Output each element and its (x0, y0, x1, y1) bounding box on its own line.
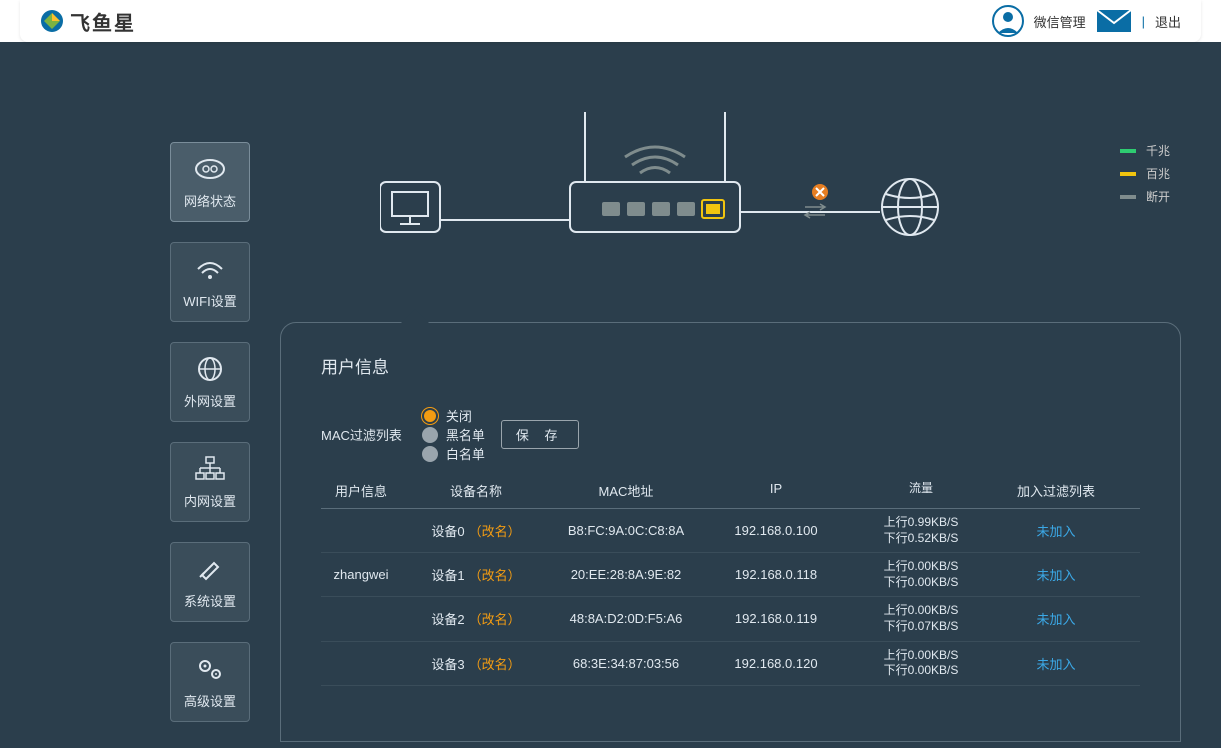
cell-device: 设备3（改名） (401, 654, 551, 673)
cell-mac: 20:EE:28:8A:9E:82 (551, 567, 701, 582)
nav-label: 外网设置 (184, 391, 236, 410)
logout-link[interactable]: 退出 (1155, 12, 1181, 31)
user-table: 用户信息 设备名称 MAC地址 IP 流量 加入过滤列表 设备0（改名）B8:F… (321, 481, 1140, 686)
divider: | (1142, 14, 1145, 29)
nav-label: 网络状态 (184, 191, 236, 210)
legend-swatch-hundred (1120, 172, 1136, 176)
rename-link[interactable]: （改名） (469, 654, 521, 673)
radio-label: 关闭 (446, 406, 472, 425)
wan-icon (192, 355, 228, 383)
nav-label: 内网设置 (184, 491, 236, 510)
sidebar: 网络状态 WIFI设置外网设置内网设置系统设置高级设置 (0, 142, 280, 748)
cell-mac: 48:8A:D2:0D:F5:A6 (551, 611, 701, 626)
cell-ip: 192.168.0.119 (701, 611, 851, 626)
legend-swatch-disconnected (1120, 195, 1136, 199)
table-row: 设备0（改名）B8:FC:9A:0C:C8:8A192.168.0.100上行0… (321, 509, 1140, 553)
cell-traffic: 上行0.00KB/S下行0.00KB/S (851, 648, 991, 679)
radio-option-0[interactable]: 关闭 (422, 406, 485, 425)
table-row: 设备3（改名）68:3E:34:87:03:56192.168.0.120上行0… (321, 642, 1140, 686)
cell-ip: 192.168.0.120 (701, 656, 851, 671)
cell-device: 设备1（改名） (401, 565, 551, 584)
join-filter-link[interactable]: 未加入 (1036, 612, 1075, 627)
cell-ip: 192.168.0.118 (701, 567, 851, 582)
advanced-icon (192, 655, 228, 683)
th-user: 用户信息 (321, 481, 401, 500)
join-filter-link[interactable]: 未加入 (1036, 524, 1075, 539)
brand-icon (40, 9, 64, 33)
nav-system[interactable]: 系统设置 (170, 542, 250, 622)
cell-ip: 192.168.0.100 (701, 523, 851, 538)
th-action: 加入过滤列表 (991, 481, 1121, 500)
table-row: 设备2（改名）48:8A:D2:0D:F5:A6192.168.0.119上行0… (321, 597, 1140, 641)
th-device: 设备名称 (401, 481, 551, 500)
network-diagram: 千兆 百兆 断开 (280, 142, 1221, 322)
cell-traffic: 上行0.00KB/S下行0.00KB/S (851, 559, 991, 590)
filter-label: MAC过滤列表 (321, 425, 402, 444)
cell-traffic: 上行0.00KB/S下行0.07KB/S (851, 603, 991, 634)
join-filter-link[interactable]: 未加入 (1036, 657, 1075, 672)
system-icon (192, 555, 228, 583)
legend-swatch-gigabit (1120, 149, 1136, 153)
save-button[interactable]: 保 存 (501, 420, 579, 449)
radio-icon (422, 427, 438, 443)
user-info-panel: 用户信息 MAC过滤列表 关闭黑名单白名单 保 存 用户信息 设备名称 MAC地… (280, 322, 1181, 742)
cell-device: 设备2（改名） (401, 609, 551, 628)
rename-link[interactable]: （改名） (469, 521, 521, 540)
panel-title: 用户信息 (321, 353, 1140, 378)
cell-mac: B8:FC:9A:0C:C8:8A (551, 523, 701, 538)
cell-action: 未加入 (991, 565, 1121, 584)
cell-device: 设备0（改名） (401, 521, 551, 540)
legend-disconnected: 断开 (1146, 188, 1170, 205)
radio-option-2[interactable]: 白名单 (422, 444, 485, 463)
rename-link[interactable]: （改名） (469, 609, 521, 628)
join-filter-link[interactable]: 未加入 (1036, 568, 1075, 583)
wechat-manage-link[interactable]: 微信管理 (1034, 12, 1086, 31)
th-ip: IP (701, 481, 851, 500)
mail-icon[interactable] (1096, 9, 1132, 33)
nav-wifi[interactable]: WIFI设置 (170, 242, 250, 322)
wifi-icon (192, 255, 228, 283)
brand-text: 飞鱼星 (70, 7, 136, 36)
radio-icon (422, 446, 438, 462)
cell-traffic: 上行0.99KB/S下行0.52KB/S (851, 515, 991, 546)
nav-lan[interactable]: 内网设置 (170, 442, 250, 522)
top-bar: 飞鱼星 微信管理 | 退出 (20, 0, 1201, 42)
cell-action: 未加入 (991, 609, 1121, 628)
nav-advanced[interactable]: 高级设置 (170, 642, 250, 722)
rename-link[interactable]: （改名） (469, 565, 521, 584)
user-avatar-icon[interactable] (992, 5, 1024, 37)
port-legend: 千兆 百兆 断开 (1120, 142, 1170, 211)
nav-wan[interactable]: 外网设置 (170, 342, 250, 422)
radio-option-1[interactable]: 黑名单 (422, 425, 485, 444)
nav-status[interactable]: 网络状态 (170, 142, 250, 222)
th-mac: MAC地址 (551, 481, 701, 500)
cell-mac: 68:3E:34:87:03:56 (551, 656, 701, 671)
radio-label: 黑名单 (446, 425, 485, 444)
radio-icon (424, 410, 436, 422)
cell-action: 未加入 (991, 521, 1121, 540)
legend-gigabit: 千兆 (1146, 142, 1170, 159)
table-row: zhangwei设备1（改名）20:EE:28:8A:9E:82192.168.… (321, 553, 1140, 597)
nav-label: 系统设置 (184, 591, 236, 610)
cell-action: 未加入 (991, 654, 1121, 673)
table-header: 用户信息 设备名称 MAC地址 IP 流量 加入过滤列表 (321, 481, 1140, 509)
lan-icon (192, 455, 228, 483)
th-traffic: 流量 (851, 481, 991, 500)
diagram-svg (380, 102, 1221, 302)
cell-user: zhangwei (321, 567, 401, 582)
nav-label: WIFI设置 (183, 291, 236, 310)
logo: 飞鱼星 (40, 7, 136, 36)
status-icon (192, 155, 228, 183)
legend-hundred: 百兆 (1146, 165, 1170, 182)
mac-filter-row: MAC过滤列表 关闭黑名单白名单 保 存 (321, 406, 1140, 463)
radio-label: 白名单 (446, 444, 485, 463)
nav-label: 高级设置 (184, 691, 236, 710)
